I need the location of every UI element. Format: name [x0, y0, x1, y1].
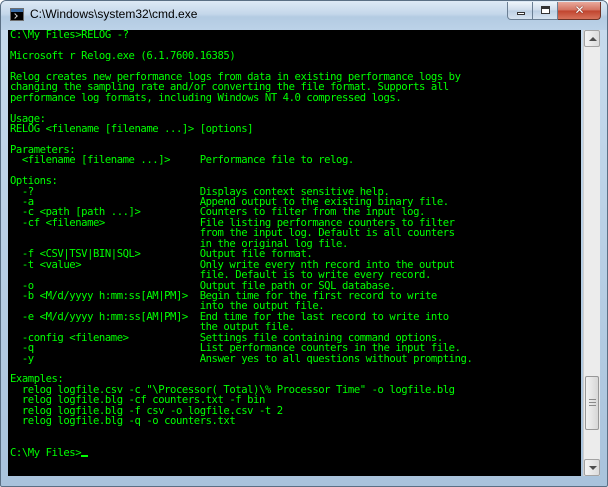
console-line-text: Examples:: [10, 374, 64, 385]
console-line-text: performance log formats, including Windo…: [10, 92, 402, 104]
console-line-text: -b <M/d/yyyy h:mm:ss[AM|PM]> Begin time …: [10, 290, 437, 302]
console-line-text: changing the sampling rate and/or conver…: [10, 82, 449, 93]
console-line-text: -? Displays context sensitive help.: [10, 186, 390, 197]
console-line-text: relog logfile.csv -c "\Processor(_Total)…: [10, 384, 455, 396]
scroll-thumb[interactable]: [585, 376, 599, 430]
console-line: Relog creates new performance logs from …: [10, 72, 581, 82]
console-line-text: Microsoft r Relog.exe (6.1.7600.16385): [10, 50, 236, 62]
caption-buttons: ✕: [507, 2, 601, 21]
console-line: performance log formats, including Windo…: [10, 93, 581, 103]
console-line-text: from the input log. Default is all count…: [10, 228, 455, 239]
console-line-text: -o Output file path or SQL database.: [10, 280, 396, 291]
console-line: Examples:: [10, 374, 581, 384]
console-line: file. Default is to write every record.: [10, 270, 581, 280]
console-icon[interactable]: [10, 8, 24, 21]
console-line: -f <CSV|TSV|BIN|SQL> Output file format.: [10, 249, 581, 259]
console-line: Parameters:: [10, 145, 581, 155]
vertical-scrollbar[interactable]: [583, 30, 600, 476]
console-line: relog logfile.csv -c "\Processor(_Total)…: [10, 385, 581, 395]
console-line: RELOG <filename [filename ...]> [options…: [10, 124, 581, 134]
console-line-text: Usage:: [10, 113, 46, 124]
console-line: -b <M/d/yyyy h:mm:ss[AM|PM]> Begin time …: [10, 291, 581, 301]
console-line-text: the output file.: [10, 322, 295, 333]
console-line: -c <path [path ...]> Counters to filter …: [10, 207, 581, 217]
cmd-window: C:\Windows\system32\cmd.exe ✕ C:\My File…: [0, 0, 608, 487]
console-output[interactable]: C:\My Files>RELOG -? Microsoft r Relog.ex…: [8, 30, 581, 476]
console-line: -? Displays context sensitive help.: [10, 187, 581, 197]
scroll-down-arrow-icon: [589, 466, 597, 470]
console-line: relog logfile.blg -q -o counters.txt: [10, 416, 581, 426]
console-line-text: <filename [filename ...]> Performance fi…: [10, 155, 354, 166]
console-line-text: -q List performance counters in the inpu…: [10, 343, 461, 354]
console-line-text: C:\My Files>: [10, 447, 82, 458]
console-line-text: -cf <filename> File listing performance …: [10, 217, 455, 229]
minimize-button[interactable]: [507, 2, 533, 20]
scroll-up-arrow-icon: [589, 37, 597, 41]
console-line: -cf <filename> File listing performance …: [10, 218, 581, 228]
console-text: C:\My Files>RELOG -? Microsoft r Relog.ex…: [10, 30, 581, 458]
console-line: <filename [filename ...]> Performance fi…: [10, 155, 581, 165]
console-line: C:\My Files>: [10, 448, 581, 458]
thumb-grip-icon: [589, 405, 596, 406]
close-icon: ✕: [574, 3, 585, 17]
console-line: into the output file.: [10, 301, 581, 311]
console-line-text: Options:: [10, 176, 58, 187]
console-line-text: C:\My Files>RELOG -?: [10, 30, 129, 41]
console-line-text: -t <value> Only write every nth record i…: [10, 259, 455, 271]
console-line-text: -config <filename> Settings file contain…: [10, 332, 443, 344]
console-line: in the original log file.: [10, 239, 581, 249]
console-line: Microsoft r Relog.exe (6.1.7600.16385): [10, 51, 581, 61]
console-line: changing the sampling rate and/or conver…: [10, 82, 581, 92]
maximize-icon: [541, 6, 550, 14]
thumb-grip-icon: [589, 399, 596, 400]
console-line-text: into the output file.: [10, 301, 325, 312]
console-line-text: relog logfile.blg -q -o counters.txt: [10, 416, 236, 427]
console-line-text: file. Default is to write every record.: [10, 270, 432, 281]
title-bar[interactable]: C:\Windows\system32\cmd.exe ✕: [1, 1, 607, 30]
console-line: relog logfile.blg -f csv -o logfile.csv …: [10, 406, 581, 416]
close-button[interactable]: ✕: [558, 2, 601, 20]
console-line-text: relog logfile.blg -f csv -o logfile.csv …: [10, 405, 283, 417]
maximize-button[interactable]: [533, 2, 558, 20]
console-line-text: -f <CSV|TSV|BIN|SQL> Output file format.: [10, 249, 313, 260]
console-line-text: Relog creates new performance logs from …: [10, 71, 461, 83]
console-line: Usage:: [10, 114, 581, 124]
console-line: -q List performance counters in the inpu…: [10, 343, 581, 353]
scroll-up-button[interactable]: [584, 30, 600, 47]
console-line-text: Parameters:: [10, 144, 76, 156]
console-line: -config <filename> Settings file contain…: [10, 333, 581, 343]
console-line: Options:: [10, 176, 581, 186]
console-line-text: -e <M/d/yyyy h:mm:ss[AM|PM]> End time fo…: [10, 311, 449, 323]
console-line-text: RELOG <filename [filename ...]> [options…: [10, 123, 254, 135]
console-line: -y Answer yes to all questions without p…: [10, 354, 581, 364]
console-line: the output file.: [10, 322, 581, 332]
console-line: -a Append output to the existing binary …: [10, 197, 581, 207]
console-line: -o Output file path or SQL database.: [10, 281, 581, 291]
console-line: relog logfile.blg -cf counters.txt -f bi…: [10, 395, 581, 405]
console-line: from the input log. Default is all count…: [10, 228, 581, 238]
console-line: -e <M/d/yyyy h:mm:ss[AM|PM]> End time fo…: [10, 312, 581, 322]
console-line: C:\My Files>RELOG -?: [10, 30, 581, 40]
window-title: C:\Windows\system32\cmd.exe: [30, 7, 198, 21]
minimize-icon: [517, 12, 525, 15]
scroll-down-button[interactable]: [584, 459, 600, 476]
console-line: -t <value> Only write every nth record i…: [10, 260, 581, 270]
console-line-text: -a Append output to the existing binary …: [10, 197, 449, 208]
console-line-text: in the original log file.: [10, 238, 349, 250]
console-line-text: relog logfile.blg -cf counters.txt -f bi…: [10, 395, 266, 406]
console-line-text: -y Answer yes to all questions without p…: [10, 353, 473, 364]
thumb-grip-icon: [589, 402, 596, 403]
text-cursor: [81, 454, 89, 457]
console-line-text: -c <path [path ...]> Counters to filter …: [10, 207, 426, 218]
